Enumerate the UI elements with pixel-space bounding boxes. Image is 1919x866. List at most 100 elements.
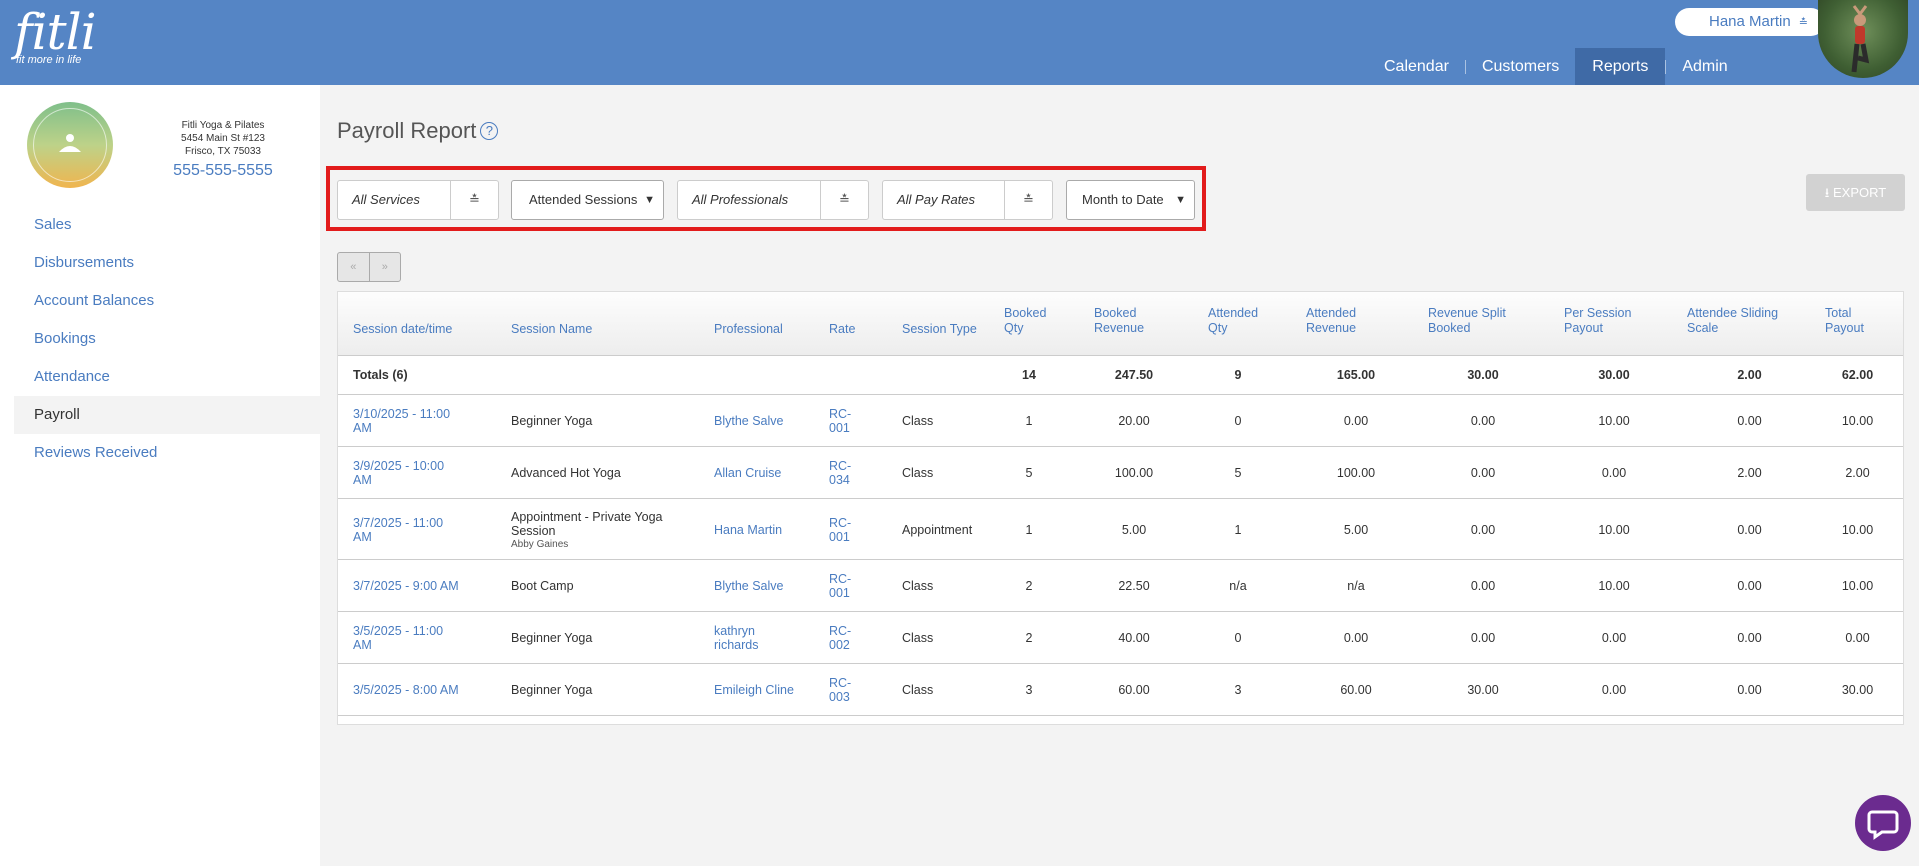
col-booked-qty-line1: Booked [1004, 306, 1047, 320]
session-name: Beginner Yoga [511, 631, 691, 645]
session-datetime-link[interactable]: 3/7/2025 - 11:00 AM [353, 516, 488, 544]
services-filter[interactable]: All Services ≛ [337, 180, 499, 220]
professional-link-line: Blythe Salve [714, 414, 784, 428]
nav-customers[interactable]: Customers [1466, 48, 1575, 85]
pay-rates-filter[interactable]: All Pay Rates ≛ [882, 180, 1053, 220]
professional-link[interactable]: Blythe Salve [714, 579, 804, 593]
chat-button[interactable] [1855, 795, 1911, 851]
sidebar-item-attendance[interactable]: Attendance [14, 358, 320, 396]
col-attended-qty[interactable]: Attended Qty [1208, 306, 1258, 336]
col-per-session-payout[interactable]: Per Session Payout [1564, 306, 1631, 336]
session-datetime-link[interactable]: 3/10/2025 - 11:00 AM [353, 407, 488, 435]
col-booked-qty-line2: Qty [1004, 321, 1024, 335]
rate-link[interactable]: RC- 001 [829, 572, 869, 600]
per-session-payout-value: 0.00 [1601, 466, 1627, 480]
per-session-payout-value: 0.00 [1601, 683, 1627, 697]
professional-link[interactable]: Emileigh Cline [714, 683, 804, 697]
session-datetime-link[interactable]: 3/5/2025 - 11:00 AM [353, 624, 488, 652]
col-session-type[interactable]: Session Type [902, 322, 977, 337]
col-revenue-split[interactable]: Revenue Split Booked [1428, 306, 1506, 336]
nav-admin[interactable]: Admin [1666, 48, 1743, 85]
total-total-payout: 62.00 [1841, 368, 1874, 382]
rate-link[interactable]: RC- 001 [829, 407, 869, 435]
col-attended-qty-line1: Attended [1208, 306, 1259, 320]
professional-link[interactable]: Blythe Salve [714, 414, 804, 428]
double-chevron-down-icon[interactable]: ≛ [450, 181, 498, 219]
session-datetime-link-line: AM [353, 638, 372, 652]
help-icon[interactable]: ? [480, 122, 499, 140]
rate-link-line: 001 [829, 529, 850, 544]
col-professional[interactable]: Professional [714, 322, 783, 337]
session-type: Class [902, 631, 934, 645]
sessions-select[interactable]: Attended Sessions ▼ [511, 180, 664, 220]
sidebar-item-bookings[interactable]: Bookings [14, 320, 320, 358]
professionals-filter[interactable]: All Professionals ≛ [677, 180, 869, 220]
table-row: 3/5/2025 - 11:00 AM Beginner Yoga kathryn ri… [338, 612, 1903, 664]
professional-link[interactable]: kathryn richards [714, 624, 804, 652]
top-header: fitli fit more in life Hana Martin ≛ Cale… [0, 0, 1919, 85]
fitli-logo[interactable]: fitli fit more in life [14, 4, 97, 66]
session-name-line: Advanced Hot Yoga [511, 466, 621, 480]
sidebar-item-account-balances[interactable]: Account Balances [14, 282, 320, 320]
sliding-scale-value: 0.00 [1737, 522, 1762, 537]
col-booked-revenue[interactable]: Booked Revenue [1094, 306, 1144, 336]
col-revenue-split-line1: Revenue Split [1428, 306, 1506, 320]
sidebar-item-reviews-received[interactable]: Reviews Received [14, 434, 320, 472]
col-total-payout-line1: Total [1825, 306, 1852, 320]
double-chevron-down-icon[interactable]: ≛ [1004, 181, 1052, 219]
rate-link-line: RC- [829, 459, 852, 473]
col-session-datetime[interactable]: Session date/time [353, 322, 452, 337]
professional-link[interactable]: Allan Cruise [714, 466, 804, 480]
col-session-name[interactable]: Session Name [511, 322, 592, 337]
total-booked-qty: 14 [1022, 368, 1036, 382]
rate-link[interactable]: RC- 001 [829, 516, 869, 544]
col-rate[interactable]: Rate [829, 322, 855, 337]
session-datetime-link[interactable]: 3/7/2025 - 9:00 AM [353, 579, 488, 593]
col-sliding-scale[interactable]: Attendee Sliding Scale [1687, 306, 1778, 336]
attended-revenue-value: 5.00 [1343, 522, 1369, 537]
professional-link-line: Blythe Salve [714, 579, 784, 593]
col-booked-revenue-line2: Revenue [1094, 321, 1145, 335]
rate-link[interactable]: RC- 002 [829, 624, 869, 652]
prev-page-button[interactable]: « [338, 253, 369, 281]
sidebar-item-payroll[interactable]: Payroll [14, 396, 320, 434]
professionals-filter-value: All Professionals [692, 192, 789, 207]
period-select[interactable]: Month to Date ▼ [1066, 180, 1195, 220]
studio-name: Fitli Yoga & Pilates [181, 120, 265, 131]
professional-link[interactable]: Hana Martin [714, 523, 804, 537]
total-payout-value: 10.00 [1841, 579, 1874, 593]
export-button[interactable]: ⭳ EXPORT [1806, 174, 1905, 211]
table-header: Session date/time Session Name Professio… [338, 292, 1903, 356]
col-total-payout[interactable]: Total Payout [1825, 306, 1864, 336]
col-attended-revenue[interactable]: Attended Revenue [1306, 306, 1356, 336]
studio-address-line2: Frisco, TX 75033 [185, 146, 261, 157]
sidebar-item-disbursements[interactable]: Disbursements [14, 244, 320, 282]
booked-revenue-value: 22.50 [1118, 579, 1150, 593]
session-datetime-link-line: 3/7/2025 - 9:00 AM [353, 579, 459, 593]
booked-revenue-value: 20.00 [1118, 414, 1150, 428]
rate-link-line: RC- [829, 624, 852, 638]
next-page-button[interactable]: » [368, 253, 401, 281]
total-booked-revenue: 247.50 [1114, 368, 1154, 382]
rate-link[interactable]: RC- 003 [829, 676, 869, 704]
avatar[interactable] [1818, 0, 1908, 78]
sidebar-item-sales[interactable]: Sales [14, 206, 320, 244]
total-payout-value: 0.00 [1845, 631, 1870, 645]
user-menu-button[interactable]: Hana Martin ≛ [1675, 8, 1825, 36]
nav-calendar[interactable]: Calendar [1368, 48, 1465, 85]
professional-link-line: Allan Cruise [714, 466, 782, 480]
col-booked-qty[interactable]: Booked Qty [1004, 306, 1046, 336]
chevron-down-icon: ▼ [1175, 194, 1186, 206]
studio-phone[interactable]: 555-555-5555 [150, 160, 296, 182]
col-per-session-payout-line2: Payout [1564, 321, 1603, 335]
session-datetime-link[interactable]: 3/9/2025 - 10:00 AM [353, 459, 488, 487]
session-datetime-link[interactable]: 3/5/2025 - 8:00 AM [353, 683, 488, 697]
total-payout-value: 30.00 [1841, 683, 1874, 697]
session-name: Advanced Hot Yoga [511, 466, 691, 480]
total-payout-value: 2.00 [1845, 466, 1870, 480]
rate-link[interactable]: RC- 034 [829, 459, 869, 487]
double-chevron-down-icon[interactable]: ≛ [820, 181, 868, 219]
nav-reports[interactable]: Reports [1575, 48, 1666, 85]
client-name: Abby Gaines [511, 538, 569, 550]
col-revenue-split-line2: Booked [1428, 321, 1471, 335]
